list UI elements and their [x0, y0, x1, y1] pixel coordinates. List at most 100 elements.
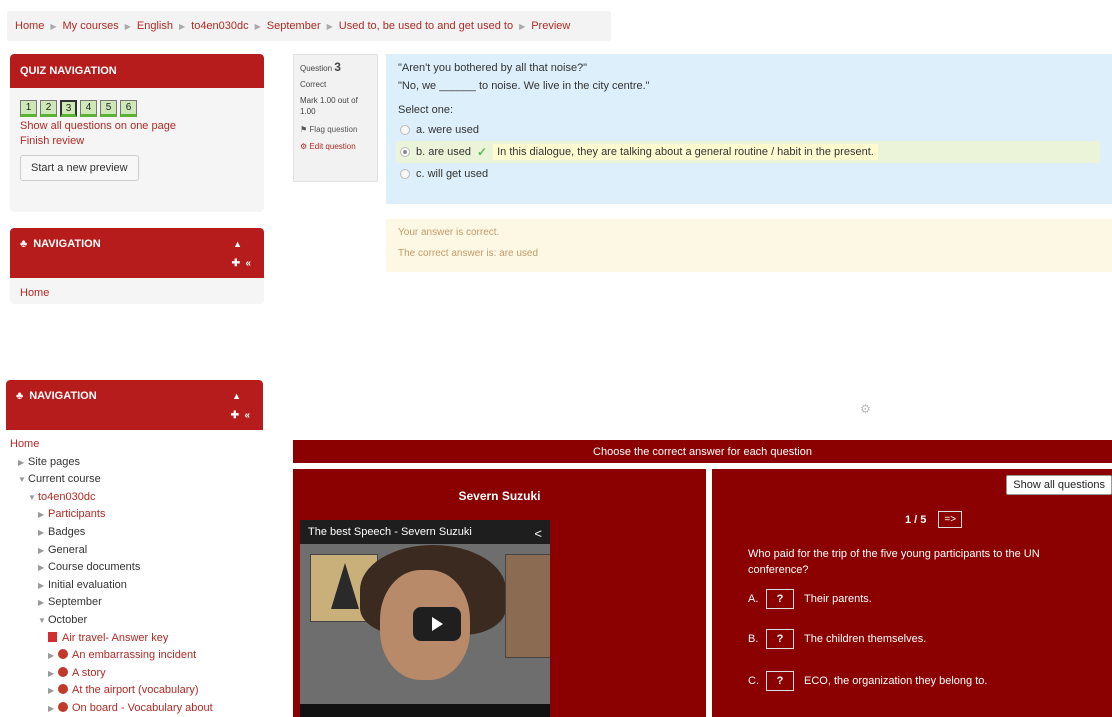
activity-icon [58, 701, 68, 712]
check-icon: ✓ [477, 145, 488, 159]
question-line-2: "No, we ______ to noise. We live in the … [398, 80, 650, 92]
option-feedback: In this dialogue, they are talking about… [493, 144, 878, 160]
radio-a[interactable] [400, 125, 410, 135]
show-all-questions-link[interactable]: Show all questions on one page [20, 120, 254, 132]
breadcrumb-english[interactable]: English [137, 20, 173, 32]
activity-icon [58, 649, 68, 660]
tree-at-the-airport[interactable]: ▶ At the airport (vocabulary) [10, 682, 259, 700]
tree-a-story[interactable]: ▶ A story [10, 665, 259, 683]
tree-course-documents[interactable]: ▶ Course documents [10, 559, 259, 577]
share-icon[interactable]: < [534, 522, 542, 546]
triangle-right-icon: ▶ [48, 686, 55, 696]
answer-c-drop-box[interactable]: ? [766, 671, 794, 691]
tree-october[interactable]: ▼ October [10, 612, 259, 630]
activity-icon [58, 684, 68, 695]
question-button-2[interactable]: 2 [40, 100, 57, 117]
question-button-4[interactable]: 4 [80, 100, 97, 117]
quiz-navigation-block: QUIZ NAVIGATION 1 2 3 4 5 6 Show all que… [10, 54, 264, 212]
question-button-6[interactable]: 6 [120, 100, 137, 117]
tree-september[interactable]: ▶ September [10, 594, 259, 612]
question-button-1[interactable]: 1 [20, 100, 37, 117]
breadcrumb-separator-icon: ▶ [124, 21, 131, 31]
video-player[interactable]: The best Speech - Severn Suzuki < [300, 520, 550, 717]
dock-icon[interactable]: « [244, 410, 250, 421]
triangle-right-icon: ▶ [48, 703, 55, 713]
collapse-icon[interactable]: ▲ [233, 239, 242, 249]
video-footer [300, 704, 550, 717]
activity-question: Who paid for the trip of the five young … [748, 548, 1040, 576]
move-icon[interactable]: ✚ [232, 258, 240, 269]
tree-participants[interactable]: ▶ Participants [10, 506, 259, 524]
edit-question-link[interactable]: ⚙ Edit question [300, 142, 371, 151]
breadcrumb-preview[interactable]: Preview [531, 20, 570, 32]
question-outcome: Your answer is correct. The correct answ… [386, 219, 1112, 272]
quiz-navigation-title: QUIZ NAVIGATION [10, 54, 264, 88]
triangle-right-icon: ▶ [38, 545, 45, 555]
question-state: Correct [300, 80, 327, 89]
option-a[interactable]: a. were used [398, 119, 1100, 141]
navigation-block-tree: ♣ NAVIGATION ▲ ✚ « Home ▶ Site pages ▼ Cur… [6, 380, 263, 717]
collapse-icon[interactable]: ▲ [232, 391, 241, 401]
video-panel-title: Severn Suzuki [458, 489, 541, 503]
triangle-right-icon: ▶ [38, 563, 45, 573]
tree-course[interactable]: ▼ to4en030dc [10, 489, 259, 507]
breadcrumb-course[interactable]: to4en030dc [191, 20, 249, 32]
show-all-questions-button[interactable]: Show all questions [1006, 475, 1112, 495]
tree-site-pages[interactable]: ▶ Site pages [10, 454, 259, 472]
activity-banner: Choose the correct answer for each quest… [293, 440, 1112, 463]
sitemap-icon: ♣ [16, 390, 24, 402]
breadcrumb-quiz[interactable]: Used to, be used to and get used to [339, 20, 513, 32]
move-icon[interactable]: ✚ [231, 410, 239, 421]
breadcrumb-separator-icon: ▶ [50, 21, 57, 31]
question-button-3[interactable]: 3 [60, 100, 77, 117]
breadcrumb-separator-icon: ▶ [519, 21, 526, 31]
triangle-right-icon: ▶ [38, 510, 45, 520]
answer-b-drop-box[interactable]: ? [766, 629, 794, 649]
outcome-correct: Your answer is correct. [398, 227, 500, 238]
radio-c[interactable] [400, 169, 410, 179]
tree-initial-evaluation[interactable]: ▶ Initial evaluation [10, 577, 259, 595]
finish-review-link[interactable]: Finish review [20, 135, 254, 147]
tree-current-course[interactable]: ▼ Current course [10, 471, 259, 489]
tree-general[interactable]: ▶ General [10, 542, 259, 560]
gear-icon[interactable]: ⚙ [860, 402, 871, 416]
breadcrumb-separator-icon: ▶ [326, 21, 333, 31]
breadcrumb-home[interactable]: Home [15, 20, 44, 32]
tree-home[interactable]: Home [10, 436, 259, 454]
play-button[interactable] [413, 607, 461, 641]
triangle-down-icon: ▼ [18, 475, 26, 485]
flag-question[interactable]: ⚑ Flag question [300, 125, 371, 134]
breadcrumb-september[interactable]: September [267, 20, 321, 32]
navigation-block-top: ♣ NAVIGATION ▲ ✚ « Home [10, 228, 264, 304]
breadcrumb-my-courses[interactable]: My courses [63, 20, 119, 32]
answer-a-drop-box[interactable]: ? [766, 589, 794, 609]
tree-embarrassing-incident[interactable]: ▶ An embarrassing incident [10, 647, 259, 665]
video-image-child [505, 554, 550, 658]
question-line-1: "Aren't you bothered by all that noise?" [398, 62, 588, 74]
next-button[interactable]: => [938, 511, 963, 528]
tree-air-travel-answer-key[interactable]: Air travel- Answer key [10, 630, 259, 648]
radio-b[interactable] [400, 147, 410, 157]
triangle-right-icon: ▶ [48, 651, 55, 661]
breadcrumb: Home ▶ My courses ▶ English ▶ to4en030dc… [7, 11, 611, 41]
tree-badges[interactable]: ▶ Badges [10, 524, 259, 542]
start-new-preview-button[interactable]: Start a new preview [20, 155, 139, 181]
page-indicator: 1 / 5 [905, 513, 927, 526]
questions-panel: Show all questions 1 / 5 => Who paid for… [712, 469, 1112, 717]
answer-a: A. ? Their parents. [748, 589, 872, 609]
question-number: Question 3 [300, 60, 341, 74]
breadcrumb-separator-icon: ▶ [254, 21, 261, 31]
nav-home-link[interactable]: Home [20, 287, 254, 299]
video-title-bar: The best Speech - Severn Suzuki < [300, 520, 550, 544]
breadcrumb-separator-icon: ▶ [178, 21, 186, 31]
tree-on-board[interactable]: ▶ On board - Vocabulary about [10, 700, 259, 717]
question-button-5[interactable]: 5 [100, 100, 117, 117]
answer-b: B. ? The children themselves. [748, 629, 926, 649]
option-b[interactable]: b. are used ✓ In this dialogue, they are… [396, 141, 1100, 163]
navigation-block-header: ♣ NAVIGATION ▲ ✚ « [10, 228, 264, 278]
option-c[interactable]: c. will get used [398, 163, 1100, 185]
triangle-right-icon: ▶ [38, 580, 45, 590]
navigation-block-header: ♣ NAVIGATION ▲ ✚ « [6, 380, 263, 430]
triangle-down-icon: ▼ [28, 492, 36, 502]
dock-icon[interactable]: « [245, 258, 251, 269]
